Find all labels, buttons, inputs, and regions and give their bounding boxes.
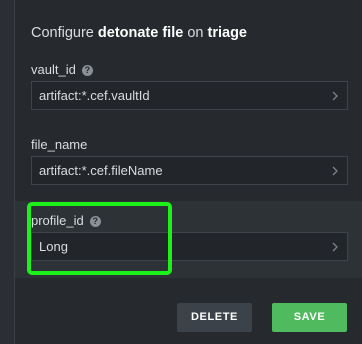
question-circle-icon[interactable]: ? (89, 216, 101, 227)
configure-action-panel: Configure detonate file on triage vault_… (15, 0, 362, 344)
panel-title: Configure detonate file on triage (31, 25, 247, 41)
left-edge-strip (0, 0, 15, 344)
title-connector: on (187, 25, 204, 41)
chevron-right-icon (332, 242, 338, 252)
profile-id-select[interactable]: Long (31, 232, 348, 261)
file-name-value: artifact:*.cef.fileName (39, 163, 163, 178)
file-name-field[interactable]: artifact:*.cef.fileName (31, 156, 348, 185)
vault-id-value: artifact:*.cef.vaultId (39, 88, 150, 103)
chevron-right-icon (332, 91, 338, 101)
profile-id-value: Long (39, 239, 68, 254)
title-prefix: Configure (31, 25, 94, 41)
profile-id-label: profile_id? (31, 213, 101, 228)
vault-id-label: vault_id? (31, 62, 93, 77)
file-name-label-text: file_name (31, 137, 88, 152)
chevron-right-icon (332, 166, 338, 176)
profile-id-label-text: profile_id (31, 213, 84, 228)
save-button[interactable]: SAVE (272, 303, 347, 332)
file-name-label: file_name (31, 137, 87, 152)
asset-name: triage (207, 25, 248, 41)
question-circle-icon[interactable]: ? (81, 65, 93, 76)
action-name: detonate file (97, 25, 184, 41)
vault-id-label-text: vault_id (31, 62, 76, 77)
delete-button[interactable]: DELETE (177, 303, 252, 332)
vault-id-field[interactable]: artifact:*.cef.vaultId (31, 81, 348, 110)
